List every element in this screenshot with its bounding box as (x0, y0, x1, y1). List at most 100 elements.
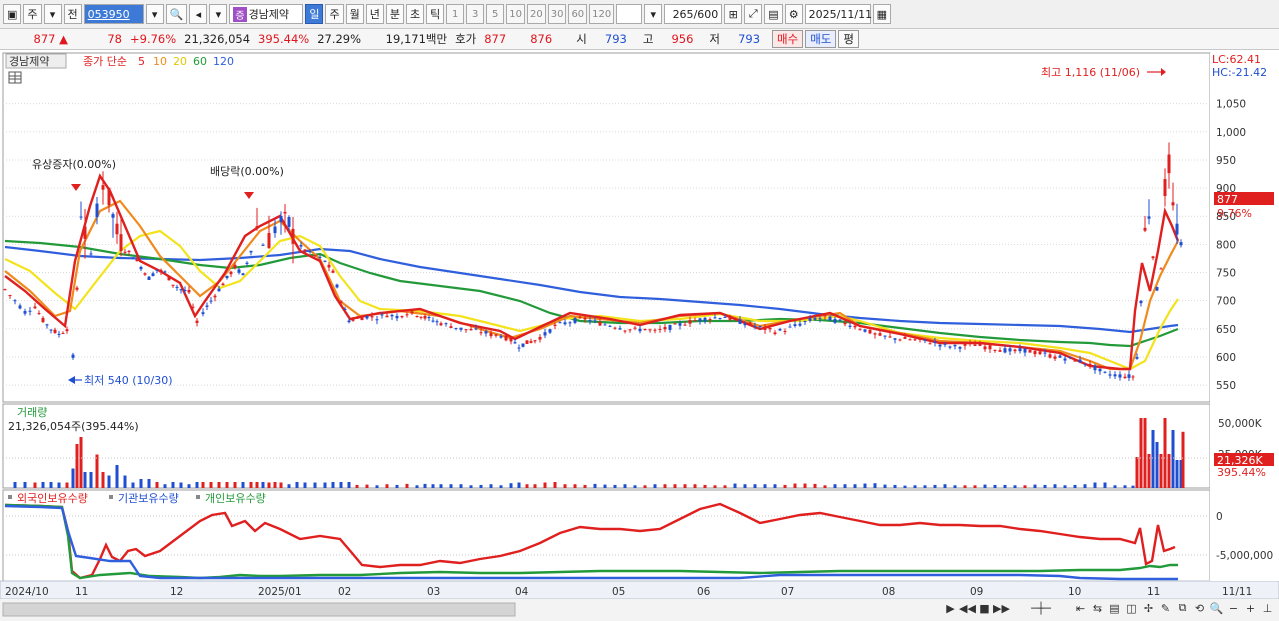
candle-body (143, 273, 147, 275)
candle-body (111, 214, 115, 218)
candle-body (928, 343, 932, 345)
candle-body (195, 320, 199, 323)
sell-button[interactable]: 매도 (805, 30, 837, 48)
count-input[interactable]: 265/600 (664, 4, 723, 24)
chart-area[interactable]: 550 600 650 700 750 800 850 900 950 1,000 1,050 최고… (0, 51, 1279, 621)
candle-body (469, 328, 473, 331)
volume-bar (963, 485, 967, 488)
speaker-icon[interactable]: ◂ (189, 4, 208, 24)
candle-body (603, 324, 607, 326)
window-icon[interactable]: ▣ (3, 4, 22, 24)
period-day-label: 일 (309, 8, 320, 21)
interval-60[interactable]: 60 (568, 4, 588, 24)
volume-bar (903, 485, 907, 488)
volume-bar (623, 484, 627, 488)
period-week-tab[interactable]: 주 (325, 4, 344, 24)
candle-body (115, 223, 119, 235)
interval-20[interactable]: 20 (526, 4, 546, 24)
date-input[interactable]: 2025/11/11 (804, 4, 872, 24)
period-tick-tab[interactable]: 틱 (426, 4, 445, 24)
draw-tool-icon[interactable]: ⤢ (744, 4, 763, 24)
speaker-dropdown-icon[interactable]: ▾ (209, 4, 228, 24)
market-type-select[interactable]: 주 (23, 4, 42, 24)
candle-body (778, 328, 782, 331)
prev-button[interactable]: 전 (63, 4, 82, 24)
candle-body (718, 318, 722, 320)
candle-settings-icon[interactable]: ⊞ (724, 4, 743, 24)
volume-bar (201, 482, 205, 488)
candle-body (331, 270, 335, 273)
candle-body (79, 216, 83, 218)
interval-dropdown-icon[interactable]: ▾ (644, 4, 663, 24)
stock-code-input[interactable]: 053950 (83, 4, 144, 24)
interval-30[interactable]: 30 (547, 4, 567, 24)
interval-120[interactable]: 120 (589, 4, 615, 24)
play-icon[interactable]: ▶ (943, 601, 958, 616)
interval-10[interactable]: 10 (506, 4, 525, 24)
fit-icon[interactable]: ⊥ (1260, 601, 1275, 616)
search-icon[interactable]: 🔍 (165, 4, 188, 24)
price-y-tick: 1,050 (1216, 99, 1246, 111)
chart-svg[interactable]: 5506006507007508008509009501,0001,050 최고… (0, 51, 1279, 621)
gear-icon[interactable]: ⚙ (784, 4, 803, 24)
candle-body (788, 326, 792, 328)
candle-body (273, 226, 277, 234)
candle-body (233, 264, 237, 268)
rewind-icon[interactable]: ◀◀ (959, 601, 976, 616)
calendar-icon[interactable]: ▦ (872, 4, 892, 24)
crosshair-icon[interactable]: ✢ (1141, 601, 1156, 616)
candle-body (395, 315, 399, 319)
candle-body (261, 244, 265, 246)
period-year-tab[interactable]: 년 (365, 4, 384, 24)
volume-bar (313, 482, 317, 488)
volume-bar (723, 485, 727, 488)
arrow-icon[interactable]: ⇤ (1073, 601, 1088, 616)
zoom-icon[interactable]: 🔍 (1209, 601, 1224, 616)
save-icon[interactable]: ▤ (764, 4, 783, 24)
candle-body (221, 283, 225, 286)
candle-body (459, 327, 463, 330)
volume-bar (255, 482, 259, 488)
code-dropdown-icon[interactable]: ▾ (145, 4, 164, 24)
minus-icon[interactable]: − (1226, 601, 1241, 616)
period-second-tab[interactable]: 초 (405, 4, 425, 24)
chart-type-icon[interactable]: ▤ (1107, 601, 1122, 616)
fast-forward-icon[interactable]: ▶▶ (993, 601, 1010, 616)
candle-body (813, 318, 817, 320)
interval-3[interactable]: 3 (466, 4, 485, 24)
volume-bar (533, 484, 537, 488)
period-minute-tab[interactable]: 분 (385, 4, 404, 24)
candle-body (1139, 300, 1143, 304)
draw-icon[interactable]: ✎ (1158, 601, 1173, 616)
volume-bar (79, 437, 83, 488)
candle-body (365, 315, 369, 319)
candle-body (1033, 351, 1037, 355)
scrollbar-thumb[interactable] (2, 602, 516, 617)
candle-body (283, 211, 287, 214)
period-day-tab[interactable]: 일 (305, 4, 324, 24)
buy-button[interactable]: 매수 (772, 30, 804, 48)
expand-icon[interactable]: ⇆ (1090, 601, 1105, 616)
low-annotation: 최저 540 (10/30) (68, 374, 173, 387)
interval-5[interactable]: 5 (486, 4, 505, 24)
period-month-label: 월 (349, 8, 360, 21)
candle-body (291, 228, 295, 244)
candle-body (1147, 216, 1151, 219)
stop-icon[interactable]: ■ (977, 601, 992, 616)
refresh-icon[interactable]: ⟲ (1192, 601, 1207, 616)
period-month-tab[interactable]: 월 (345, 4, 364, 24)
holdings-panel (2, 489, 1211, 582)
stock-name-field[interactable]: 증 경남제약 (229, 4, 304, 24)
volume-bar (499, 485, 503, 488)
interval-1[interactable]: 1 (446, 4, 465, 24)
quote-bid: 876 (530, 32, 553, 46)
candle-body (119, 234, 123, 252)
zoom-slider[interactable]: ─┼─ (1011, 601, 1071, 616)
compare-icon[interactable]: ⧉ (1175, 601, 1190, 616)
avg-button[interactable]: 평 (838, 30, 859, 48)
interval-custom-input[interactable] (616, 4, 643, 24)
plus-icon[interactable]: + (1243, 601, 1258, 616)
chevron-down-icon[interactable]: ▾ (43, 4, 62, 24)
top-toolbar: ▣ 주 ▾ 전 053950 ▾ 🔍 ◂ ▾ 증 경남제약 일 주 월 년 분 … (0, 0, 1279, 29)
overlay-icon[interactable]: ◫ (1124, 601, 1139, 616)
